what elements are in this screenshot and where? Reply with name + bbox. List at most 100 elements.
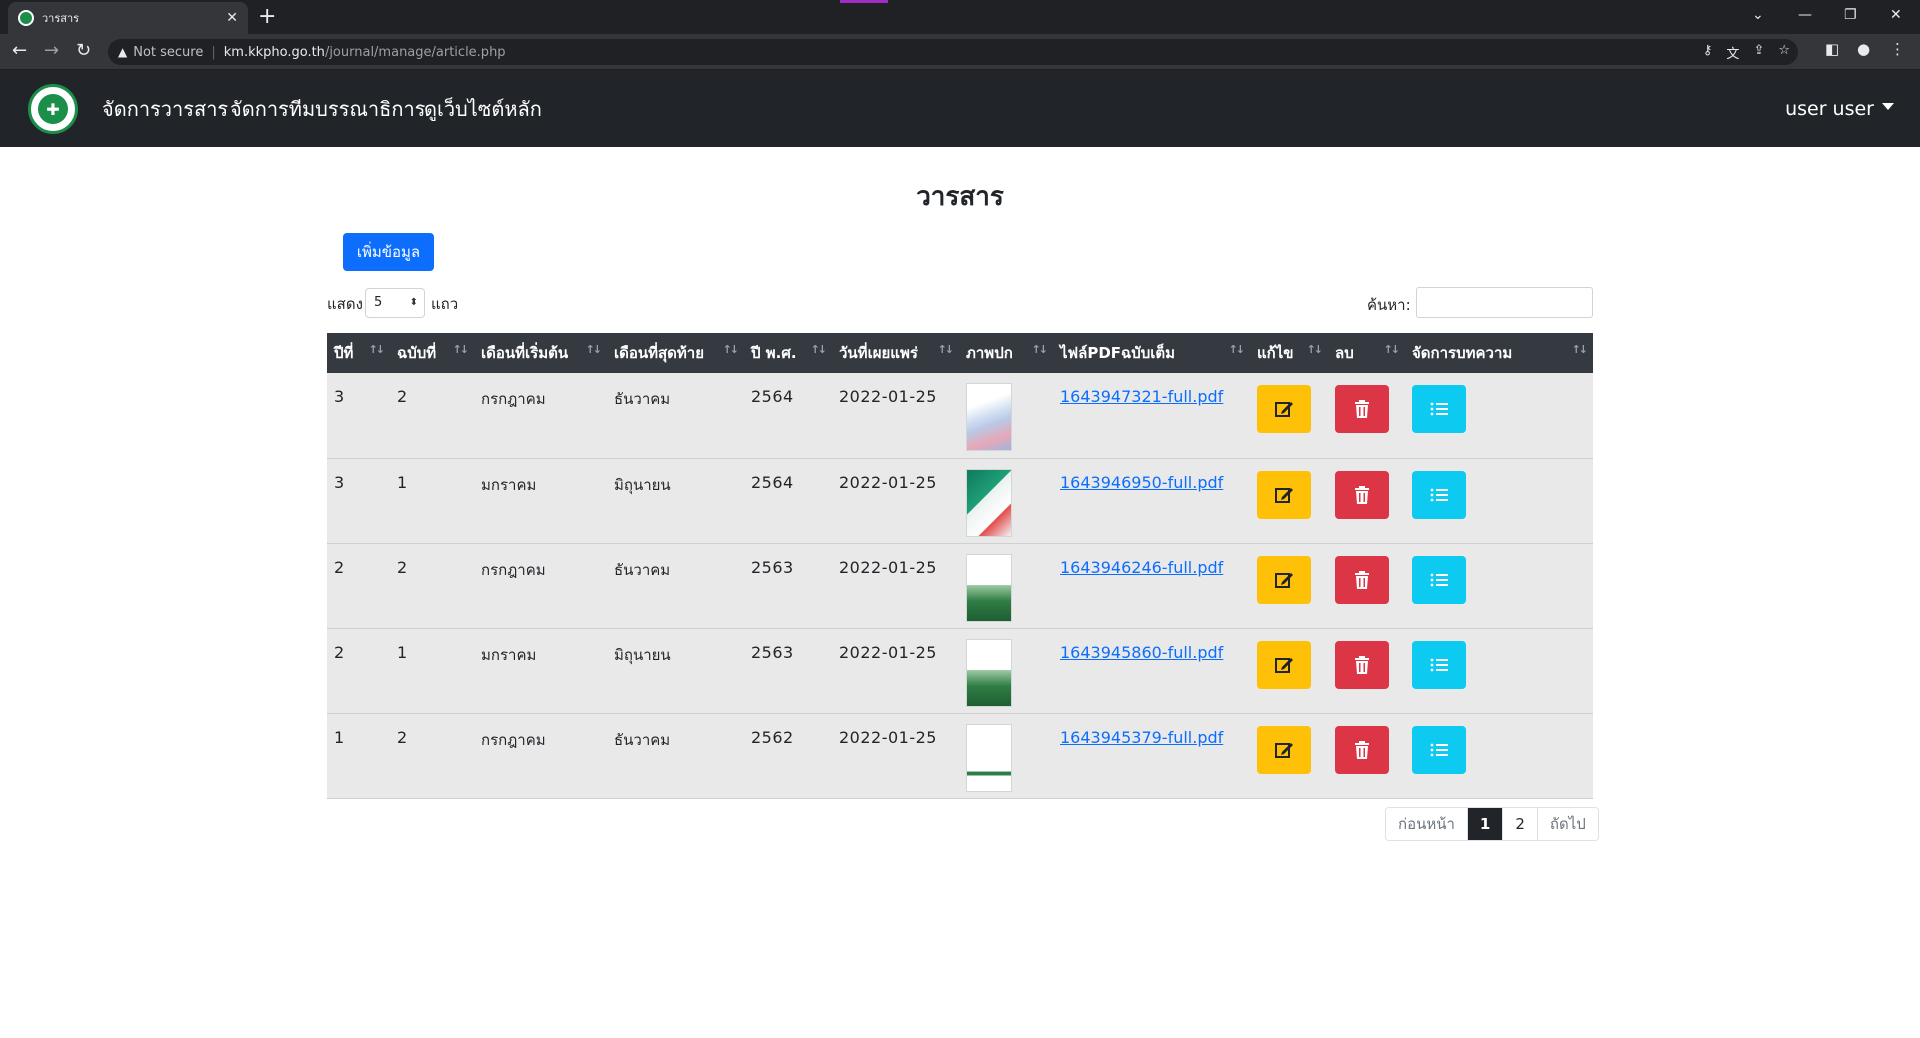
- address-bar[interactable]: ▲ Not secure | km.kkpho.go.th /journal/m…: [108, 39, 1798, 65]
- manage-articles-button[interactable]: [1412, 555, 1466, 604]
- cell-pdf: 1643946950-full.pdf: [1053, 458, 1250, 543]
- pagination-next[interactable]: ถัดไป: [1537, 808, 1598, 840]
- col-pdf[interactable]: ไฟล์PDFฉบับเต็ม ↑↓: [1053, 333, 1250, 373]
- table-row: 3 1 มกราคม มิถุนายน 2564 2022-01-25 1643946950…: [327, 458, 1593, 543]
- forward-button[interactable]: →: [44, 40, 59, 62]
- browser-tabstrip: วารสาร ✕ + ⌄ — ❐ ✕: [0, 0, 1920, 34]
- share-icon[interactable]: ⇪: [1753, 43, 1764, 62]
- pdf-link[interactable]: 1643946950-full.pdf: [1060, 473, 1223, 492]
- delete-button[interactable]: [1335, 555, 1389, 604]
- cover-image[interactable]: [966, 468, 1012, 537]
- search-input[interactable]: [1416, 287, 1593, 318]
- col-published[interactable]: วันที่เผยแพร่ ↑↓: [832, 333, 959, 373]
- new-tab-button[interactable]: +: [258, 4, 276, 30]
- user-dropdown[interactable]: user user: [1785, 98, 1894, 120]
- nav-link-main-site[interactable]: ดูเว็บไซต์หลัก: [424, 96, 542, 122]
- col-manage-articles[interactable]: จัดการบทความ ↑↓: [1405, 333, 1593, 373]
- cell-end-month: มิถุนายน: [614, 475, 671, 494]
- restore-button[interactable]: ❐: [1844, 4, 1857, 26]
- tab-search-icon[interactable]: ⌄: [1752, 4, 1764, 26]
- cell-start-month: กรกฎาคม: [481, 390, 546, 408]
- close-window-button[interactable]: ✕: [1890, 4, 1902, 26]
- trash-icon: [1353, 740, 1371, 760]
- side-panel-icon[interactable]: ◧: [1825, 40, 1839, 58]
- menu-kebab-icon[interactable]: ⋮: [1890, 40, 1905, 58]
- url-path: /journal/manage/article.php: [324, 44, 506, 60]
- cell-edit: [1250, 458, 1328, 543]
- minimize-button[interactable]: —: [1798, 4, 1812, 26]
- col-cover[interactable]: ภาพปก ↑↓: [959, 333, 1053, 373]
- cell-cover: [959, 373, 1053, 458]
- cover-image[interactable]: [966, 723, 1012, 792]
- page-length-select[interactable]: 5 ⬍: [365, 288, 425, 318]
- pagination-page-2[interactable]: 2: [1503, 808, 1538, 840]
- list-icon: [1429, 572, 1449, 588]
- tab-group-indicator: [840, 0, 888, 3]
- delete-button[interactable]: [1335, 385, 1389, 433]
- manage-articles-button[interactable]: [1412, 470, 1466, 519]
- cell-edit: [1250, 713, 1328, 798]
- pdf-link[interactable]: 1643947321-full.pdf: [1060, 387, 1223, 406]
- tab-close-icon[interactable]: ✕: [226, 10, 238, 26]
- cell-end-month: ธันวาคม: [614, 560, 671, 579]
- sort-icon: ↑↓: [585, 343, 603, 356]
- pagination: ก่อนหน้า 1 2 ถัดไป: [1385, 807, 1599, 841]
- delete-button[interactable]: [1335, 725, 1389, 774]
- cover-image[interactable]: [966, 553, 1012, 622]
- page-length-value: 5: [374, 295, 383, 310]
- key-icon[interactable]: ⚷: [1703, 43, 1713, 62]
- header-label: เดือนที่เริ่มต้น: [481, 344, 569, 362]
- manage-articles-button[interactable]: [1412, 640, 1466, 689]
- cell-issue: 2: [397, 727, 408, 747]
- col-edit[interactable]: แก้ไข ↑↓: [1250, 333, 1328, 373]
- edit-button[interactable]: [1257, 725, 1311, 774]
- col-start-month[interactable]: เดือนที่เริ่มต้น ↑↓: [474, 333, 607, 373]
- table-row: 2 2 กรกฎาคม ธันวาคม 2563 2022-01-25 1643946246…: [327, 543, 1593, 628]
- cell-published: 2022-01-25: [839, 387, 937, 406]
- tab-title: วารสาร: [42, 12, 80, 25]
- header-label: ปี พ.ศ.: [751, 344, 797, 362]
- cover-image[interactable]: [966, 383, 1012, 451]
- col-be-year[interactable]: ปี พ.ศ. ↑↓: [744, 333, 832, 373]
- pdf-link[interactable]: 1643945379-full.pdf: [1060, 728, 1223, 747]
- cell-cover: [959, 543, 1053, 628]
- edit-button[interactable]: [1257, 640, 1311, 689]
- edit-button[interactable]: [1257, 555, 1311, 604]
- col-issue[interactable]: ฉบับที่ ↑↓: [390, 333, 474, 373]
- header-label: วันที่เผยแพร่: [839, 344, 918, 362]
- pagination-prev[interactable]: ก่อนหน้า: [1386, 808, 1468, 840]
- manage-articles-button[interactable]: [1412, 385, 1466, 433]
- edit-button[interactable]: [1257, 385, 1311, 433]
- pdf-link[interactable]: 1643946246-full.pdf: [1060, 558, 1223, 577]
- reload-button[interactable]: ↻: [76, 40, 91, 62]
- trash-icon: [1353, 399, 1371, 419]
- cell-manage: [1405, 713, 1593, 798]
- nav-link-manage-journal[interactable]: จัดการวารสาร: [102, 96, 228, 122]
- col-delete[interactable]: ลบ ↑↓: [1328, 333, 1405, 373]
- back-button[interactable]: ←: [12, 40, 27, 62]
- nav-link-manage-editors[interactable]: จัดการทีมบรรณาธิการ: [230, 96, 425, 122]
- list-icon: [1429, 657, 1449, 673]
- profile-icon[interactable]: ●: [1857, 40, 1870, 58]
- edit-button[interactable]: [1257, 470, 1311, 519]
- trash-icon: [1353, 655, 1371, 675]
- translate-icon[interactable]: 文: [1726, 43, 1739, 62]
- col-end-month[interactable]: เดือนที่สุดท้าย ↑↓: [607, 333, 744, 373]
- manage-articles-button[interactable]: [1412, 725, 1466, 774]
- bookmark-star-icon[interactable]: ☆: [1778, 43, 1790, 62]
- pdf-link[interactable]: 1643945860-full.pdf: [1060, 643, 1223, 662]
- table-row: 1 2 กรกฎาคม ธันวาคม 2562 2022-01-25 1643945379…: [327, 713, 1593, 798]
- delete-button[interactable]: [1335, 470, 1389, 519]
- browser-tab[interactable]: วารสาร ✕: [8, 2, 248, 34]
- delete-button[interactable]: [1335, 640, 1389, 689]
- logo-icon[interactable]: ✚: [28, 84, 78, 134]
- cell-pdf: 1643946246-full.pdf: [1053, 543, 1250, 628]
- col-year-no[interactable]: ปีที่ ↑↓: [327, 333, 390, 373]
- pagination-page-1[interactable]: 1: [1467, 808, 1504, 840]
- cell-edit: [1250, 373, 1328, 458]
- add-button[interactable]: เพิ่มข้อมูล: [343, 233, 434, 271]
- cover-image[interactable]: [966, 638, 1012, 707]
- sort-icon: ↑↓: [810, 343, 828, 356]
- sort-icon: ↑↓: [368, 343, 386, 356]
- cell-delete: [1328, 628, 1405, 713]
